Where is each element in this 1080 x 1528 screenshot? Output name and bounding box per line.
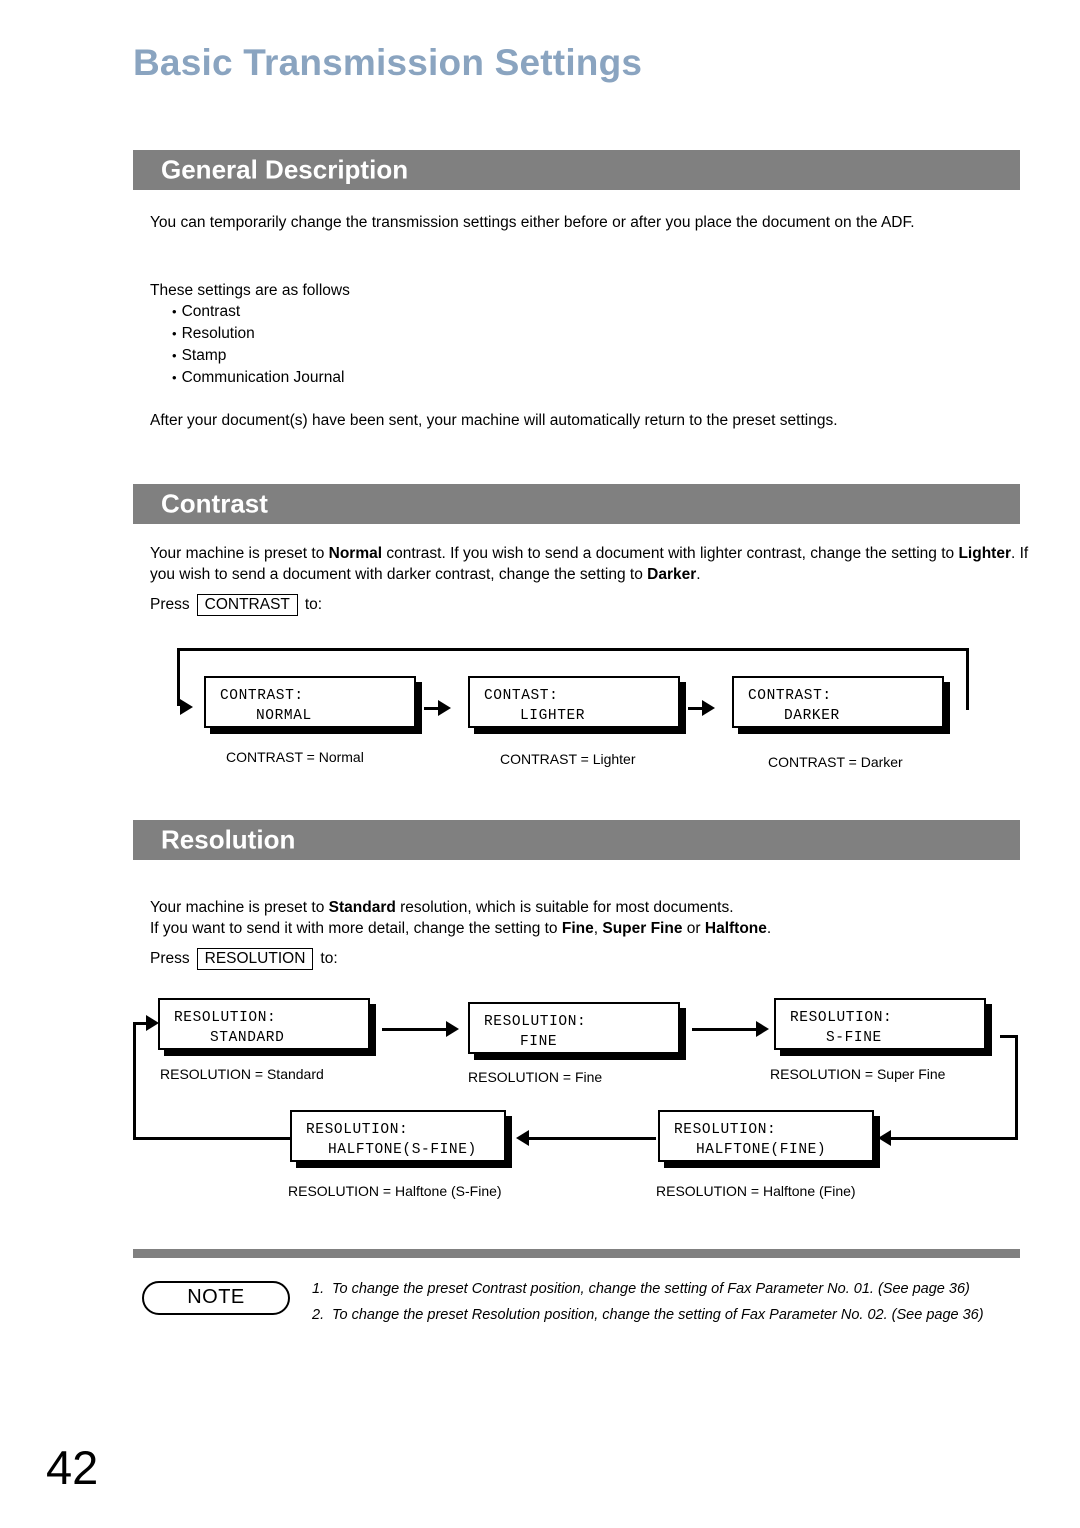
text-run-bold: Super Fine [602,920,683,937]
note-item-number: 2. [312,1307,325,1323]
settings-bullet-list: Contrast Resolution Stamp Communication … [172,301,345,389]
resolution-press-instruction: Press RESOLUTION to: [150,948,338,970]
general-description-paragraph-3: After your document(s) have been sent, y… [150,412,838,429]
contrast-press-instruction: Press CONTRAST to: [150,594,322,616]
contrast-connector-2-to-3 [688,707,710,710]
text-run-bold: Darker [647,566,697,583]
lcd-display-contrast-darker: CONTRAST: DARKER [732,676,944,728]
lcd-line-2: HALFTONE(S-FINE) [328,1142,477,1158]
lcd-line-1: RESOLUTION: [484,1014,587,1030]
resolution-arrow-4-to-5 [516,1130,529,1146]
lcd-line-2: S-FINE [826,1030,882,1046]
contrast-loop-left-segment [177,648,180,706]
section-header-label: General Description [161,154,409,185]
resolution-connector-3-to-4-bottom [890,1137,1018,1140]
contrast-loop-arrowhead [180,699,193,715]
section-header-general-description: General Description [133,150,1020,190]
lcd-line-1: CONTRAST: [748,688,832,704]
lcd-display-resolution-halftone-super-fine: RESOLUTION: HALFTONE(S-FINE) [290,1110,506,1162]
lcd-line-2: FINE [520,1034,558,1050]
lcd-line-2: HALFTONE(FINE) [696,1142,827,1158]
lcd-line-1: CONTRAST: [220,688,304,704]
press-suffix-label: to: [304,596,323,613]
lcd-line-2: LIGHTER [520,708,586,724]
section-header-contrast: Contrast [133,484,1020,524]
caption-resolution-super-fine: RESOLUTION = Super Fine [770,1066,946,1082]
contrast-connector-1-to-2 [424,707,446,710]
page-title: Basic Transmission Settings [133,42,643,83]
note-item: 1. To change the preset Contrast position… [312,1279,1012,1299]
lcd-line-1: RESOLUTION: [790,1010,893,1026]
caption-contrast-lighter: CONTRAST = Lighter [500,751,636,767]
text-run: or [682,920,705,937]
contrast-paragraph: Your machine is preset to Normal contras… [150,543,1040,585]
text-run-bold: Lighter [958,545,1011,562]
text-run: Your machine is preset to [150,899,329,916]
note-list: 1. To change the preset Contrast position… [312,1279,1012,1331]
resolution-paragraph: Your machine is preset to Standard resol… [150,897,1040,939]
caption-contrast-normal: CONTRAST = Normal [226,749,364,765]
text-run-bold: Standard [328,899,396,916]
resolution-key-button[interactable]: RESOLUTION [196,948,314,970]
text-run: . [696,566,701,583]
resolution-connector-1-to-2 [382,1028,450,1031]
lcd-line-1: CONTAST: [484,688,559,704]
lcd-display-resolution-super-fine: RESOLUTION: S-FINE [774,998,986,1050]
note-item-text: To change the preset Resolution position… [332,1307,984,1323]
caption-resolution-standard: RESOLUTION = Standard [160,1066,324,1082]
text-run: . [766,920,772,937]
section-header-label: Contrast [161,488,268,519]
note-divider [133,1249,1020,1258]
text-run-bold: Normal [328,545,383,562]
resolution-arrow-3-to-4 [878,1130,891,1146]
caption-resolution-halftone-fine: RESOLUTION = Halftone (Fine) [656,1183,856,1199]
lcd-line-2: NORMAL [256,708,312,724]
general-description-paragraph-2: These settings are as follows [150,282,350,299]
lcd-display-contrast-normal: CONTRAST: NORMAL [204,676,416,728]
note-item: 2. To change the preset Resolution positi… [312,1305,1012,1325]
text-run-bold: Halftone [704,920,767,937]
contrast-key-button[interactable]: CONTRAST [196,594,298,616]
text-run: contrast. If you wish to send a document… [382,545,959,562]
press-prefix-label: Press [150,596,190,613]
general-description-paragraph-1: You can temporarily change the transmiss… [150,214,915,231]
contrast-loop-top-segment [177,648,969,651]
text-run: If you want to send it with more detail,… [150,920,562,937]
lcd-line-1: RESOLUTION: [674,1122,777,1138]
resolution-connector-2-to-3 [692,1028,760,1031]
resolution-loop-bottom-segment [133,1137,293,1140]
section-header-label: Resolution [161,824,296,855]
lcd-line-1: RESOLUTION: [174,1010,277,1026]
resolution-arrow-1-to-2 [446,1021,459,1037]
list-item: Contrast [172,301,344,323]
lcd-line-2: DARKER [784,708,840,724]
note-item-text: To change the preset Contrast position, … [332,1281,970,1297]
section-header-resolution: Resolution [133,820,1020,860]
press-suffix-label: to: [320,950,338,967]
list-item: Communication Journal [172,367,345,389]
resolution-connector-3-to-4-vertical [1015,1035,1018,1140]
lcd-line-2: STANDARD [210,1030,285,1046]
caption-contrast-darker: CONTRAST = Darker [768,754,903,770]
list-item: Resolution [172,323,344,345]
text-run: resolution, which is suitable for most d… [395,899,734,916]
lcd-display-resolution-fine: RESOLUTION: FINE [468,1002,680,1054]
page-number: 42 [46,1441,99,1494]
caption-resolution-halftone-super-fine: RESOLUTION = Halftone (S-Fine) [288,1183,502,1199]
lcd-display-contrast-lighter: CONTAST: LIGHTER [468,676,680,728]
list-item: Stamp [172,345,344,367]
lcd-display-resolution-halftone-fine: RESOLUTION: HALFTONE(FINE) [658,1110,874,1162]
lcd-display-resolution-standard: RESOLUTION: STANDARD [158,998,370,1050]
note-badge: NOTE [142,1281,290,1315]
press-prefix-label: Press [150,950,190,967]
resolution-loop-left-segment [133,1022,136,1140]
resolution-connector-4-to-5 [528,1137,656,1140]
note-item-number: 1. [312,1281,325,1297]
caption-resolution-fine: RESOLUTION = Fine [468,1069,603,1085]
text-run: Your machine is preset to [150,545,329,562]
resolution-arrow-2-to-3 [756,1021,769,1037]
text-run-bold: Fine [561,920,594,937]
lcd-line-1: RESOLUTION: [306,1122,409,1138]
contrast-loop-right-segment [966,648,969,710]
